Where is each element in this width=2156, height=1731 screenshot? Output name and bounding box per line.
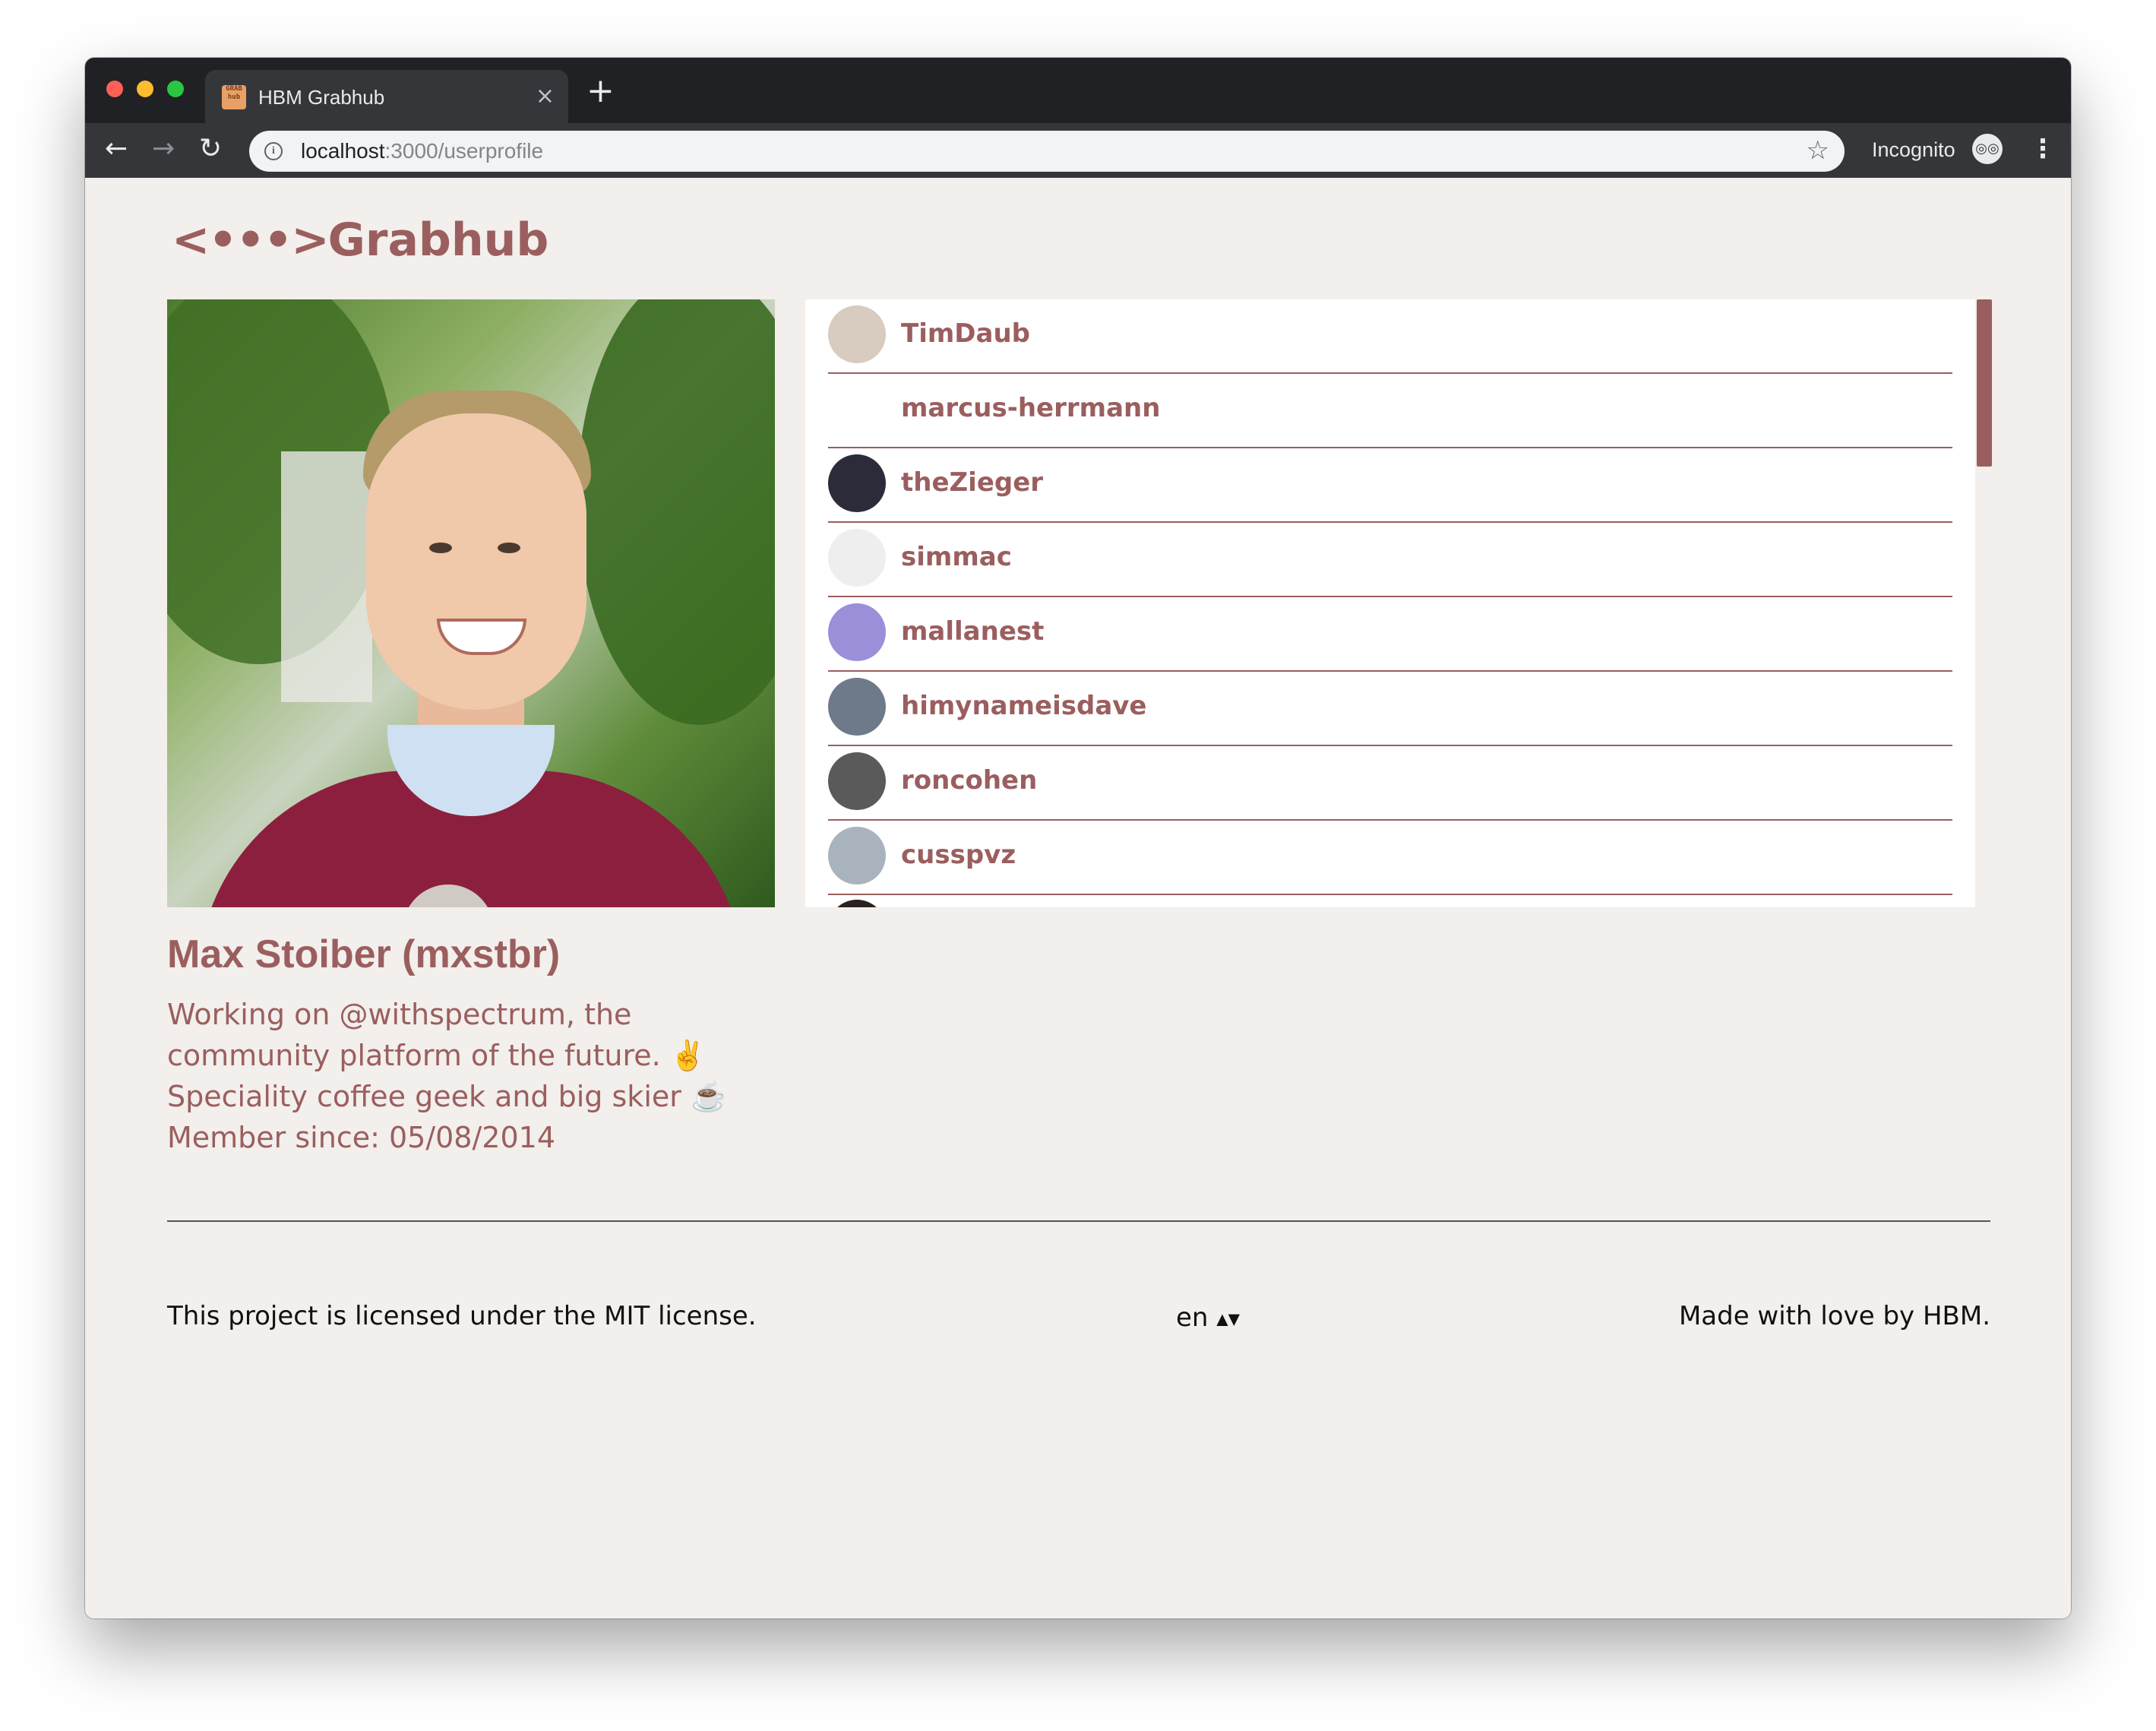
- following-item[interactable]: theZieger: [828, 448, 1952, 523]
- following-item[interactable]: TimDaub: [828, 299, 1952, 374]
- url-path: :3000/userprofile: [384, 139, 544, 163]
- browser-window: GRAB hub HBM Grabhub × + ← → ↻ i localho…: [85, 58, 2071, 1619]
- url-text[interactable]: localhost:3000/userprofile: [301, 138, 543, 164]
- following-username[interactable]: theZieger: [901, 465, 1043, 500]
- browser-menu-icon[interactable]: ⋮: [2030, 132, 2056, 166]
- user-avatar[interactable]: [828, 827, 886, 884]
- following-username[interactable]: himynameisdave: [901, 688, 1146, 723]
- profile-name: Max Stoiber (mxstbr): [167, 932, 561, 976]
- incognito-label: Incognito: [1872, 138, 1955, 161]
- profile-bio: Working on @withspectrum, the community …: [167, 998, 727, 1113]
- license-text: This project is licensed under the MIT l…: [167, 1301, 757, 1331]
- user-avatar[interactable]: [828, 529, 886, 587]
- user-avatar[interactable]: [828, 900, 886, 907]
- url-host: localhost: [301, 139, 385, 163]
- following-username[interactable]: mallanest: [901, 614, 1044, 649]
- following-item[interactable]: mallanest: [828, 597, 1952, 672]
- grabhub-logo[interactable]: <•••>Grabhub: [172, 211, 548, 269]
- following-item[interactable]: himynameisdave: [828, 672, 1952, 746]
- following-username[interactable]: simmac: [901, 540, 1012, 574]
- zoom-window-button[interactable]: [167, 81, 184, 97]
- user-avatar[interactable]: [828, 454, 886, 512]
- following-item[interactable]: roncohen: [828, 746, 1952, 821]
- following-scrollbar[interactable]: [1977, 299, 1992, 907]
- logo-text: Grabhub: [327, 214, 549, 267]
- address-bar[interactable]: i localhost:3000/userprofile ☆: [249, 131, 1845, 172]
- forward-arrow-icon[interactable]: →: [152, 132, 175, 166]
- following-item[interactable]: cusspvz: [828, 821, 1952, 895]
- tab-close-icon[interactable]: ×: [536, 84, 555, 109]
- tab-bar: GRAB hub HBM Grabhub × +: [85, 58, 2071, 123]
- user-avatar[interactable]: [828, 678, 886, 736]
- following-item[interactable]: marcus-herrmann: [828, 374, 1952, 448]
- new-tab-icon[interactable]: +: [586, 74, 615, 108]
- user-avatar[interactable]: [828, 603, 886, 661]
- user-avatar[interactable]: [828, 305, 886, 363]
- grabhub-favicon-icon: GRAB hub: [222, 85, 246, 109]
- incognito-icon[interactable]: ◎◎: [1972, 134, 2003, 164]
- following-username[interactable]: marcus-herrmann: [901, 391, 1160, 426]
- member-since: Member since: 05/08/2014: [167, 1121, 555, 1154]
- following-username[interactable]: TimDaub: [901, 316, 1030, 351]
- user-avatar[interactable]: [828, 752, 886, 810]
- scrollbar-thumb[interactable]: [1977, 299, 1992, 467]
- page-content: <•••>Grabhub Max Stoiber (mxstbr) Workin…: [85, 178, 2071, 1619]
- following-list[interactable]: TimDaub marcus-herrmann theZieger simmac mal…: [805, 299, 1975, 907]
- language-select[interactable]: en ▲▼: [1176, 1299, 1240, 1337]
- close-window-button[interactable]: [106, 81, 123, 97]
- logo-brackets: <•••>: [172, 214, 330, 267]
- site-info-icon[interactable]: i: [264, 142, 283, 160]
- profile-photo: [167, 299, 775, 907]
- following-username[interactable]: roncohen: [901, 763, 1037, 798]
- reload-icon[interactable]: ↻: [199, 132, 222, 166]
- following-username[interactable]: cusspvz: [901, 837, 1016, 872]
- footer-divider: [167, 1220, 1990, 1222]
- select-arrows-icon: ▲▼: [1216, 1309, 1241, 1328]
- tab-hbm-grabhub[interactable]: GRAB hub HBM Grabhub ×: [205, 70, 568, 123]
- tab-title: HBM Grabhub: [258, 86, 385, 109]
- user-avatar[interactable]: [828, 380, 886, 438]
- browser-toolbar: ← → ↻ i localhost:3000/userprofile ☆ Inc…: [85, 123, 2071, 178]
- bookmark-star-icon[interactable]: ☆: [1807, 135, 1829, 166]
- back-arrow-icon[interactable]: ←: [105, 132, 128, 166]
- credit-text: Made with love by HBM.: [1678, 1301, 1990, 1331]
- minimize-window-button[interactable]: [137, 81, 153, 97]
- following-item[interactable]: simmac: [828, 523, 1952, 597]
- language-value: en: [1176, 1302, 1209, 1333]
